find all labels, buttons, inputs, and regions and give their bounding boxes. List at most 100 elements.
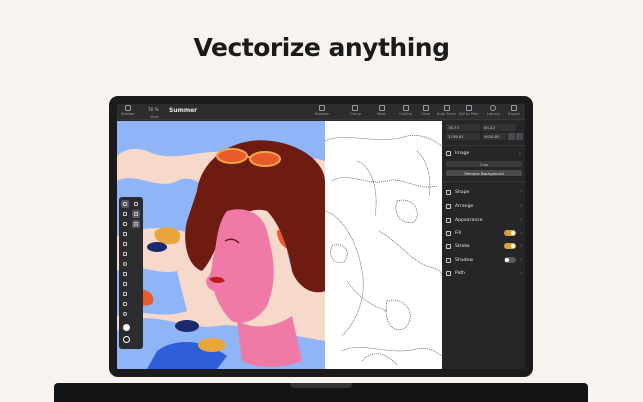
eyedropper-icon (123, 292, 127, 296)
auto-trace-button[interactable]: Auto Trace (437, 105, 456, 116)
clear-button[interactable]: Clear (421, 105, 430, 116)
eyedropper-tool[interactable] (121, 290, 129, 298)
width-value: 2749.81 (448, 134, 464, 139)
plus-icon (123, 282, 127, 286)
mask-button[interactable]: Mask (377, 105, 386, 116)
set-to-path-button[interactable]: Set to Path (459, 105, 479, 116)
pen-tool[interactable] (121, 210, 129, 218)
app-screen: Sidebar 70 % View Summer Boolean Group M… (117, 104, 525, 369)
outline-icon (402, 105, 409, 111)
shadow-icon (446, 257, 451, 263)
boolean-icon (319, 105, 326, 111)
shape-section[interactable]: Shape › (446, 187, 522, 197)
fill-color-swatch[interactable] (123, 324, 130, 331)
lock-ratio-icon[interactable] (508, 133, 515, 140)
node-tool[interactable] (132, 210, 140, 218)
chevron-right-icon: › (520, 203, 522, 209)
fill-label: Fill (455, 230, 462, 236)
zoom-tool[interactable] (121, 310, 129, 318)
trace-icon (443, 105, 450, 111)
brush-tool[interactable] (121, 220, 129, 228)
magnifier-icon (123, 312, 127, 316)
sidebar-label: Sidebar (121, 112, 135, 116)
arrange-label: Arrange (455, 203, 474, 209)
canvas[interactable] (117, 121, 442, 369)
stroke-icon (446, 243, 451, 249)
group-button[interactable]: Group (350, 105, 361, 116)
path-icon (446, 270, 451, 276)
eraser-tool[interactable] (121, 300, 129, 308)
outline-illustration (324, 121, 442, 369)
device-notch (290, 383, 352, 388)
sidebar-button[interactable]: Sidebar (121, 105, 135, 116)
fill-toggle[interactable] (504, 230, 516, 236)
document-title[interactable]: Summer (169, 107, 197, 114)
chevron-right-icon: › (520, 217, 522, 223)
shape-icon (446, 189, 451, 195)
direct-pointer-icon (134, 202, 138, 206)
library-icon (490, 105, 497, 111)
crop-button[interactable]: Crop (446, 161, 522, 167)
add-tool[interactable] (121, 280, 129, 288)
group-label: Group (350, 112, 361, 116)
shape-icon (123, 242, 127, 246)
image-section-header[interactable]: Image ⌄ (446, 148, 522, 158)
direct-select-tool[interactable] (132, 200, 140, 208)
outline-label: Outline (399, 112, 413, 116)
view-label[interactable]: View (150, 115, 159, 119)
pen-icon (123, 212, 127, 216)
remove-background-button[interactable]: Remove Background (446, 170, 522, 176)
pointer-icon (123, 202, 127, 206)
text-tool[interactable] (121, 270, 129, 278)
pencil-tool[interactable] (121, 230, 129, 238)
sidebar-icon (124, 105, 131, 111)
image-tool[interactable] (132, 220, 140, 228)
appearance-section[interactable]: Appearance › (446, 215, 522, 225)
export-button[interactable]: Export (508, 105, 520, 116)
flip-icon[interactable] (516, 133, 523, 140)
clear-icon (422, 105, 429, 111)
outline-button[interactable]: Outline (399, 105, 412, 116)
set-to-path-label: Set to Path (459, 112, 479, 116)
divider (442, 145, 525, 146)
boolean-button[interactable]: Boolean (315, 105, 330, 116)
image-section-label: Image (455, 150, 470, 156)
select-tool[interactable] (121, 200, 129, 208)
rectangle-tool[interactable] (121, 250, 129, 258)
ellipse-tool[interactable] (121, 260, 129, 268)
group-icon (352, 105, 359, 111)
rectangle-icon (123, 252, 127, 256)
stroke-color-swatch[interactable] (123, 336, 130, 343)
library-label: Library (487, 112, 500, 116)
stroke-toggle[interactable] (504, 243, 516, 249)
chevron-right-icon: › (520, 270, 522, 276)
ellipse-icon (123, 262, 127, 266)
export-label: Export (508, 112, 520, 116)
artwork (117, 121, 442, 369)
fill-section[interactable]: Fill › (446, 228, 522, 238)
path-label: Path (455, 270, 466, 276)
zoom-level[interactable]: 70 % (148, 107, 159, 112)
chevron-down-icon: ⌄ (517, 150, 522, 156)
divider (442, 181, 525, 182)
shadow-label: Shadow (455, 257, 474, 263)
auto-trace-label: Auto Trace (437, 112, 457, 116)
shadow-toggle[interactable] (504, 257, 516, 263)
tools-palette (119, 197, 143, 349)
arrange-section[interactable]: Arrange › (446, 201, 522, 211)
shadow-section[interactable]: Shadow › (446, 255, 522, 265)
arrange-icon (446, 203, 451, 209)
stroke-label: Stroke (455, 243, 470, 249)
eraser-icon (123, 302, 127, 306)
clear-label: Clear (421, 112, 431, 116)
library-button[interactable]: Library (487, 105, 500, 116)
appearance-label: Appearance (455, 217, 483, 223)
shape-tool[interactable] (121, 240, 129, 248)
appearance-icon (446, 217, 451, 223)
pencil-icon (123, 232, 127, 236)
export-icon (510, 105, 517, 111)
path-section[interactable]: Path › (446, 268, 522, 278)
stroke-section[interactable]: Stroke › (446, 241, 522, 251)
mask-icon (378, 105, 385, 111)
color-illustration (117, 121, 325, 369)
